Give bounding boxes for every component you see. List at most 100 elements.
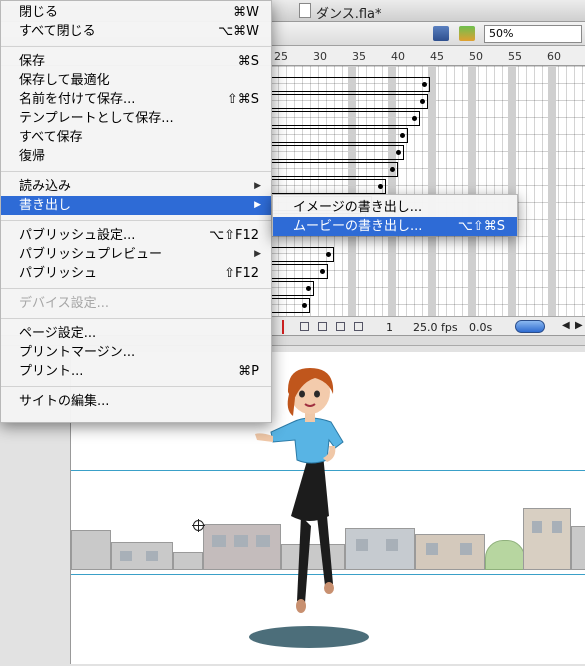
- layer-tween[interactable]: [270, 264, 328, 279]
- layer-tween[interactable]: [270, 281, 314, 296]
- layer-tween[interactable]: [270, 111, 420, 126]
- elapsed-time: 0.0s: [469, 321, 493, 334]
- layer-tween[interactable]: [270, 145, 404, 160]
- menu-item-label: パブリッシュ: [19, 266, 98, 281]
- menu-item-publish-settings[interactable]: パブリッシュ設定... ⌥⇧F12: [1, 226, 271, 245]
- menu-item-label: 復帰: [19, 149, 46, 164]
- menu-item-save[interactable]: 保存 ⌘S: [1, 52, 271, 71]
- registration-point-icon[interactable]: [192, 519, 205, 532]
- menu-separator: [1, 46, 271, 47]
- zoom-field[interactable]: 50%: [484, 25, 582, 43]
- frame-rate: 25.0 fps: [413, 321, 458, 334]
- menu-item-shortcut: ⌥⇧⌘S: [457, 219, 505, 234]
- menu-item-label: ページ設定...: [19, 326, 97, 341]
- menu-item-close[interactable]: 閉じる ⌘W: [1, 3, 271, 22]
- menu-item-label: すべて閉じる: [19, 24, 96, 39]
- menu-item-publish-preview[interactable]: パブリッシュプレビュー ▶: [1, 245, 271, 264]
- ruler-tick: 35: [352, 50, 366, 63]
- menu-item-save-all[interactable]: すべて保存: [1, 128, 271, 147]
- menu-item-shortcut: ⌥⇧F12: [209, 228, 259, 243]
- layer-tween[interactable]: [270, 128, 408, 143]
- layer-tween[interactable]: [270, 77, 430, 92]
- layer-tween[interactable]: [270, 298, 310, 313]
- menu-item-print[interactable]: プリント... ⌘P: [1, 362, 271, 381]
- menu-separator: [1, 318, 271, 319]
- ruler-tick: 40: [391, 50, 405, 63]
- menu-separator: [1, 386, 271, 387]
- current-frame: 1: [386, 321, 393, 334]
- document-icon: [299, 3, 311, 18]
- menu-item-save-as-template[interactable]: テンプレートとして保存...: [1, 109, 271, 128]
- menu-item-page-setup[interactable]: ページ設定...: [1, 324, 271, 343]
- submenu-arrow-icon: ▶: [254, 249, 261, 259]
- menu-item-export-movie[interactable]: ムービーの書き出し... ⌥⇧⌘S: [273, 217, 517, 236]
- layer-tween[interactable]: [270, 179, 386, 194]
- menu-separator: [1, 171, 271, 172]
- frame-column-shade: [468, 66, 476, 316]
- tree: [485, 540, 525, 570]
- playhead-marker[interactable]: [282, 320, 284, 334]
- building: [415, 534, 485, 570]
- menu-item-label: デバイス設定...: [19, 296, 110, 311]
- frame-column-shade: [428, 66, 436, 316]
- menu-item-label: 書き出し: [19, 198, 72, 213]
- menu-item-edit-sites[interactable]: サイトの編集...: [1, 392, 271, 411]
- menu-item-revert[interactable]: 復帰: [1, 147, 271, 166]
- center-frame-icon[interactable]: [300, 322, 309, 331]
- menu-item-shortcut: ⌥⌘W: [218, 24, 259, 39]
- menu-item-shortcut: ⌘P: [238, 364, 259, 379]
- menu-separator: [1, 220, 271, 221]
- menu-item-close-all[interactable]: すべて閉じる ⌥⌘W: [1, 22, 271, 41]
- edit-multiple-frames-icon[interactable]: [354, 322, 363, 331]
- menu-item-save-as[interactable]: 名前を付けて保存... ⇧⌘S: [1, 90, 271, 109]
- building: [71, 530, 111, 570]
- menu-item-device-settings: デバイス設定...: [1, 294, 271, 313]
- onion-outline-icon[interactable]: [336, 322, 345, 331]
- submenu-arrow-icon: ▶: [254, 200, 261, 210]
- edit-scene-icon[interactable]: [433, 26, 449, 41]
- window-title: ダンス.fla*: [316, 7, 382, 22]
- menu-item-save-and-compact[interactable]: 保存して最適化: [1, 71, 271, 90]
- menu-item-publish[interactable]: パブリッシュ ⇧F12: [1, 264, 271, 283]
- building: [111, 542, 173, 570]
- menu-item-shortcut: ⇧F12: [224, 266, 259, 281]
- ruler-tick: 55: [508, 50, 522, 63]
- file-menu: 閉じる ⌘W すべて閉じる ⌥⌘W 保存 ⌘S 保存して最適化 名前を付けて保存…: [0, 0, 272, 423]
- timeline-scroll-thumb[interactable]: [515, 320, 545, 333]
- menu-item-label: パブリッシュプレビュー: [19, 247, 163, 262]
- menu-item-shortcut: ⌘W: [233, 5, 259, 20]
- ruler-tick: 30: [313, 50, 327, 63]
- menu-item-label: テンプレートとして保存...: [19, 111, 174, 126]
- onion-skin-icon[interactable]: [318, 322, 327, 331]
- menu-item-import[interactable]: 読み込み ▶: [1, 177, 271, 196]
- building: [173, 552, 203, 570]
- menu-item-label: 読み込み: [19, 179, 72, 194]
- menu-item-label: パブリッシュ設定...: [19, 228, 136, 243]
- layer-tween[interactable]: [270, 162, 398, 177]
- menu-item-label: 保存: [19, 54, 46, 69]
- menu-item-label: 閉じる: [19, 5, 59, 20]
- frame-grid[interactable]: [270, 66, 585, 316]
- menu-item-export-image[interactable]: イメージの書き出し...: [273, 198, 517, 217]
- menu-item-label: ムービーの書き出し...: [293, 219, 423, 234]
- layer-tween[interactable]: [270, 94, 428, 109]
- frame-column-shade: [508, 66, 516, 316]
- building: [523, 508, 571, 570]
- building: [571, 526, 585, 570]
- menu-item-label: プリントマージン...: [19, 345, 136, 360]
- scroll-left-icon[interactable]: ◀: [562, 320, 570, 331]
- menu-item-label: 保存して最適化: [19, 73, 110, 88]
- submenu-arrow-icon: ▶: [254, 181, 261, 191]
- scroll-right-icon[interactable]: ▶: [575, 320, 583, 331]
- menu-item-print-margins[interactable]: プリントマージン...: [1, 343, 271, 362]
- menu-separator: [1, 288, 271, 289]
- export-submenu: イメージの書き出し... ムービーの書き出し... ⌥⇧⌘S: [272, 194, 518, 236]
- frame-column-shade: [548, 66, 556, 316]
- ruler-tick: 50: [469, 50, 483, 63]
- menu-item-label: プリント...: [19, 364, 84, 379]
- menu-item-export[interactable]: 書き出し ▶: [1, 196, 271, 215]
- edit-symbol-icon[interactable]: [459, 26, 475, 41]
- menu-item-shortcut: ⇧⌘S: [226, 92, 259, 107]
- layer-tween[interactable]: [270, 247, 334, 262]
- menu-item-label: 名前を付けて保存...: [19, 92, 136, 107]
